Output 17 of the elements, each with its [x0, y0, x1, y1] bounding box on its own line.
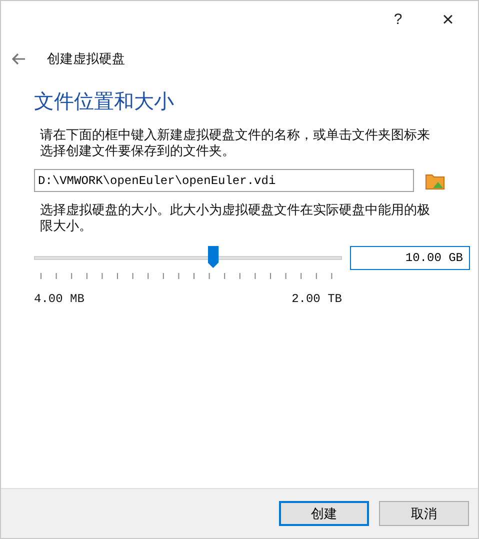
create-button[interactable]: 创建 — [279, 501, 369, 526]
slider-thumb[interactable] — [208, 246, 219, 268]
close-button[interactable]: × — [428, 5, 468, 35]
section-heading: 文件位置和大小 — [34, 90, 175, 115]
help-button[interactable]: ? — [378, 5, 418, 35]
file-path-field[interactable]: D:\VMWORK\openEuler\openEuler.vdi — [34, 169, 414, 192]
folder-icon — [424, 172, 445, 190]
size-field[interactable]: 10.00 GB — [350, 246, 470, 270]
location-description: 请在下面的框中键入新建虚拟硬盘文件的名称，或单击文件夹图标来选择创建文件要保存到的文件夹。 — [40, 127, 431, 159]
cancel-button[interactable]: 取消 — [379, 501, 469, 526]
size-slider[interactable] — [34, 246, 342, 270]
max-size-label: 2.00 TB — [292, 291, 342, 308]
back-arrow-icon — [12, 53, 26, 65]
wizard-title: 创建虚拟硬盘 — [47, 50, 125, 68]
min-size-label: 4.00 MB — [34, 291, 84, 308]
size-description: 选择虚拟硬盘的大小。此大小为虚拟硬盘文件在实际硬盘中能用的极限大小。 — [40, 202, 431, 234]
back-button[interactable] — [11, 51, 27, 67]
